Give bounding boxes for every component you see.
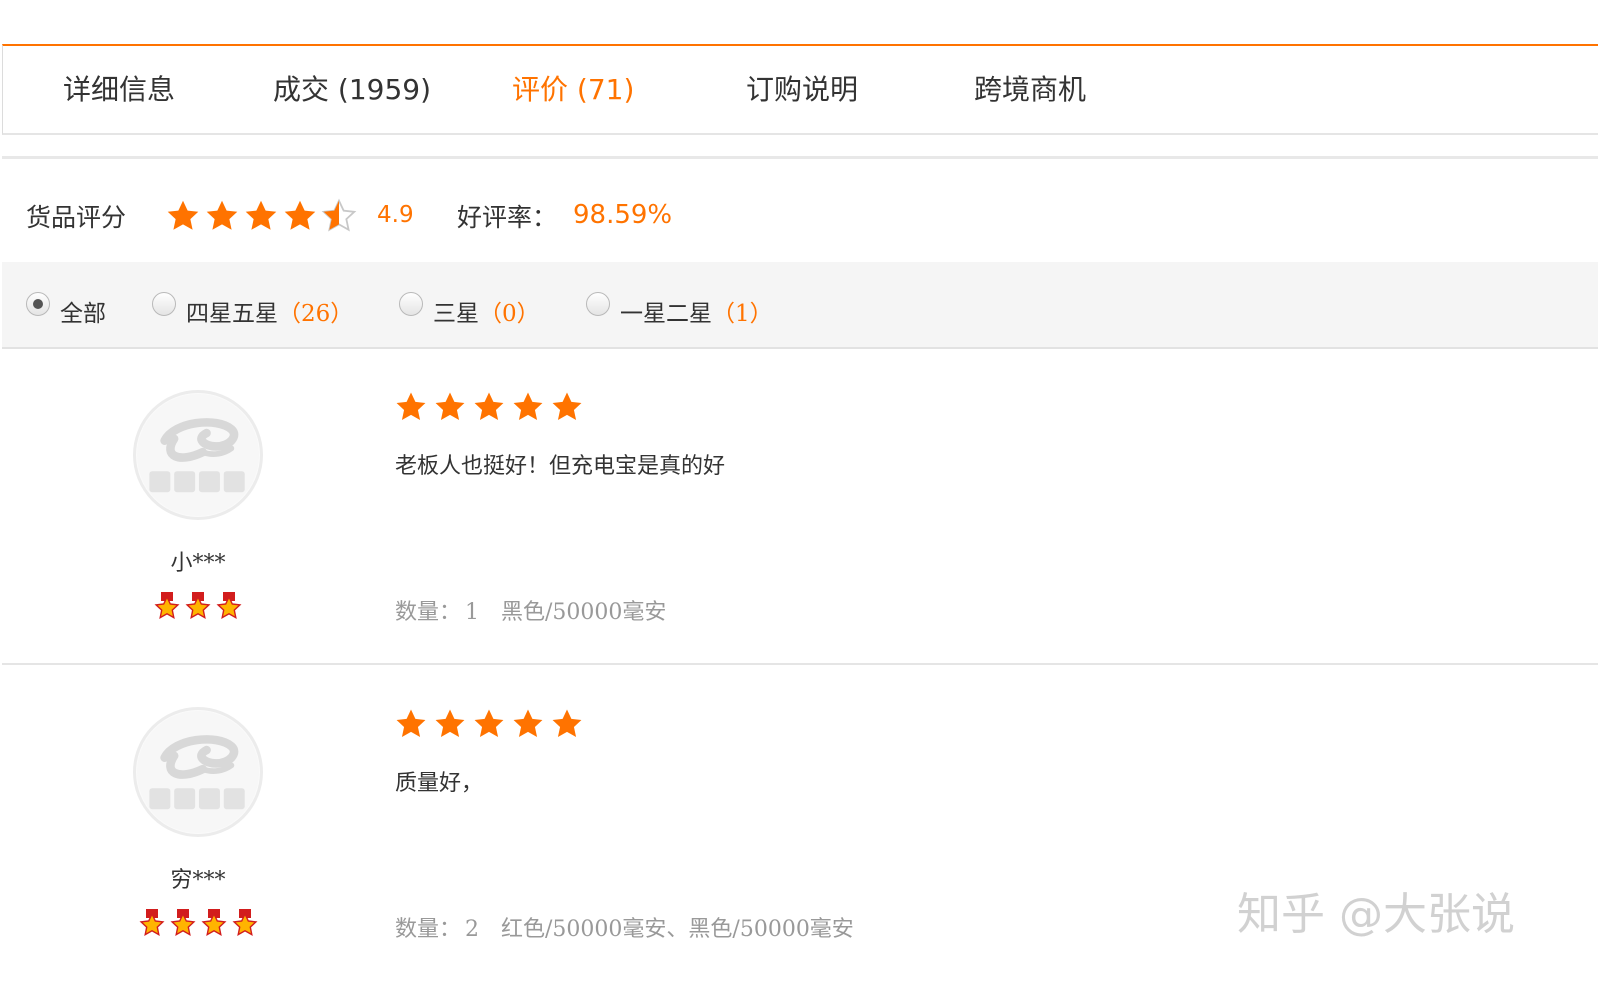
username: 小*** — [170, 551, 226, 576]
star-icon — [474, 392, 504, 421]
quantity-value: 1 — [465, 600, 480, 625]
alibaba-avatar-icon — [133, 707, 263, 837]
medal-icon — [232, 909, 257, 936]
medal-icon — [170, 909, 195, 936]
quantity-label: 数量： — [395, 917, 462, 942]
filter-label: 三星（0） — [433, 301, 540, 327]
tab-details[interactable]: 详细信息 — [63, 70, 175, 110]
tab-transactions[interactable]: 成交 (1959) — [273, 70, 431, 110]
star-icon — [435, 392, 465, 421]
star-icon — [167, 200, 199, 230]
tab-ordering-info[interactable]: 订购说明 — [746, 70, 858, 110]
score-value: 4.9 — [377, 202, 414, 228]
tab-reviews[interactable]: 评价 (71) — [512, 70, 634, 110]
star-icon — [435, 709, 465, 738]
score-label: 货品评分 — [26, 203, 127, 232]
order-details: 数量： 2 红色/50000毫安、黑色/50000毫安 — [395, 911, 854, 943]
review-item: 小*** 老板人也挺好！但充电宝是真的好 数量： 1 黑色/50000毫安 — [2, 350, 1598, 665]
quantity-value: 2 — [465, 917, 480, 942]
star-icon — [513, 709, 543, 738]
half-star-icon — [321, 198, 357, 232]
star-icon — [206, 200, 238, 230]
product-spec: 红色/50000毫安、黑色/50000毫安 — [501, 917, 854, 942]
medal-icon — [201, 909, 226, 936]
tab-bar: 详细信息 成交 (1959) 评价 (71) 订购说明 跨境商机 — [2, 44, 1598, 135]
medal-icon — [139, 909, 164, 936]
buyer-level-medals — [98, 909, 298, 943]
medal-icon — [154, 592, 180, 619]
rating-summary: 货品评分 4.9 好评率： 98.59% — [0, 196, 1598, 242]
rating-filter-bar: 全部 四星五星（26） 三星（0） 一星二星（1） — [2, 262, 1598, 349]
product-spec: 黑色/50000毫安 — [501, 600, 667, 625]
filter-label: 全部 — [60, 301, 106, 327]
watermark: 知乎 @大张说 — [1237, 889, 1515, 940]
star-icon — [396, 709, 426, 738]
radio-button[interactable] — [586, 292, 610, 316]
filter-label: 一星二星（1） — [620, 301, 773, 327]
username: 穷*** — [170, 868, 226, 893]
star-icon — [552, 392, 582, 421]
radio-button[interactable] — [152, 292, 176, 316]
radio-button[interactable] — [26, 292, 50, 316]
tab-cross-border[interactable]: 跨境商机 — [974, 70, 1086, 110]
medal-icon — [216, 592, 242, 619]
star-icon — [245, 200, 277, 230]
medal-icon — [185, 592, 211, 619]
star-icon — [396, 392, 426, 421]
review-text: 老板人也挺好！但充电宝是真的好 — [395, 454, 726, 479]
alibaba-avatar-icon — [133, 390, 263, 520]
radio-button[interactable] — [399, 292, 423, 316]
buyer-level-medals — [98, 592, 298, 626]
good-rate-label: 好评率： — [457, 203, 558, 232]
star-icon — [513, 392, 543, 421]
divider — [2, 156, 1598, 159]
order-details: 数量： 1 黑色/50000毫安 — [395, 594, 666, 626]
quantity-label: 数量： — [395, 600, 462, 625]
star-icon — [284, 200, 316, 230]
review-text: 质量好， — [395, 771, 484, 796]
star-icon — [474, 709, 504, 738]
good-rate-value: 98.59% — [573, 200, 673, 230]
star-icon — [552, 709, 582, 738]
filter-label: 四星五星（26） — [186, 301, 354, 327]
